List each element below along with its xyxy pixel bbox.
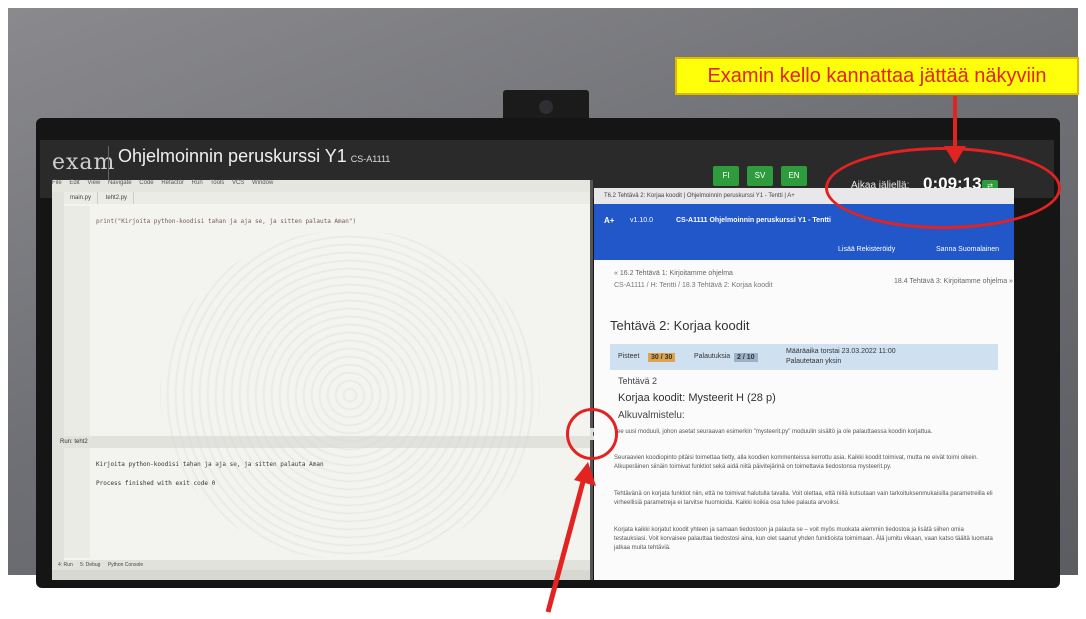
annotation-arrows [545,96,966,613]
arrow-head-toggle [574,462,596,486]
arrow-head-timer [944,146,966,164]
arrow-up-to-toggle [545,477,587,613]
